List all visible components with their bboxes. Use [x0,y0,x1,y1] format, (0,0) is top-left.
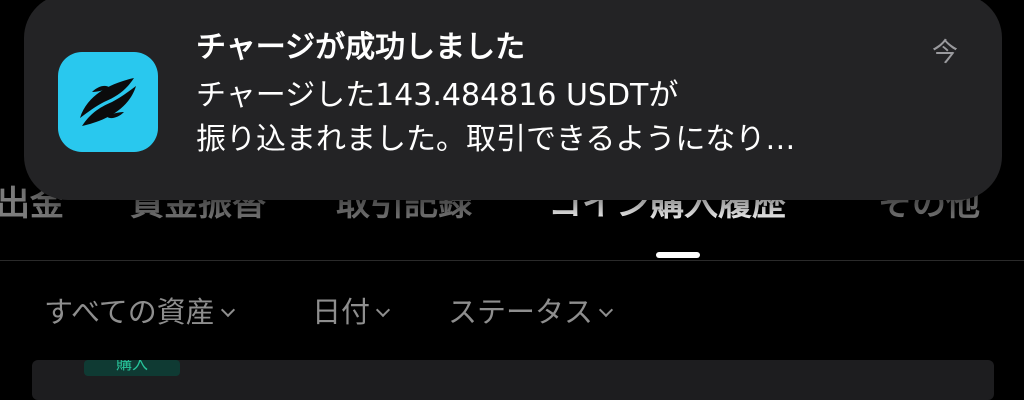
record-card[interactable]: 購入 [32,360,994,400]
filter-asset-dropdown[interactable]: すべての資産 [44,294,235,330]
filter-date-label: 日付 [312,295,371,329]
filter-row: すべての資産 日付 ステータス [0,286,1024,338]
logo-mark-icon [80,78,136,126]
chevron-down-icon [598,302,614,318]
notification-body-line-2: 振り込まれました。取引できるようになり… [196,122,796,157]
status-badge: 購入 [84,360,180,376]
filter-status-dropdown[interactable]: ステータス [448,294,614,330]
notification-time: 今 [931,38,958,68]
exchange-app-icon [58,52,158,152]
filter-date-dropdown[interactable]: 日付 [312,294,391,330]
filter-status-label: ステータス [448,295,594,329]
notification-banner[interactable]: チャージが成功しました チャージした143.484816 USDTが 振り込まれ… [24,0,1002,200]
chevron-down-icon [220,302,235,318]
chevron-down-icon [375,302,391,318]
notification-title: チャージが成功しました [196,30,526,65]
filter-asset-label: すべての資産 [44,295,215,329]
active-tab-indicator [656,252,700,258]
notification-body-line-1: チャージした143.484816 USDTが [196,78,679,113]
notification-body: チャージした143.484816 USDTが 振り込まれました。取引できるように… [196,74,916,162]
